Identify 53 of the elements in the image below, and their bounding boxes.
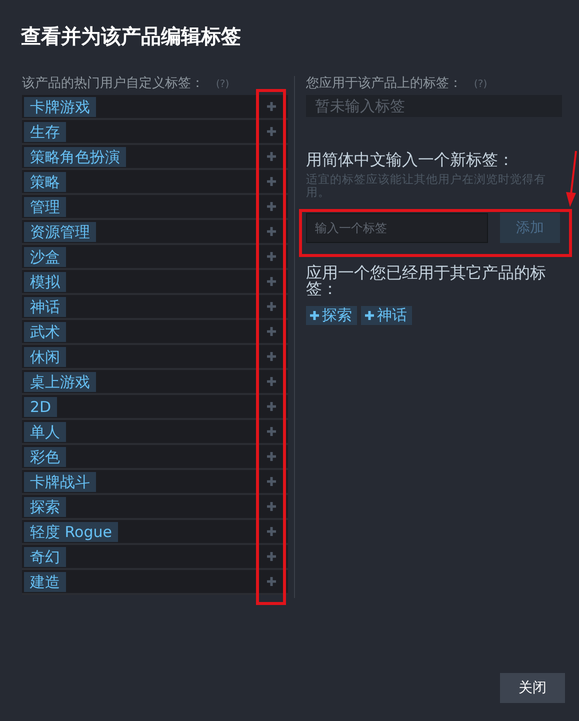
tag-link[interactable]: 武术 — [24, 322, 66, 342]
close-button[interactable]: 关闭 — [500, 673, 565, 703]
tag-link[interactable]: 卡牌游戏 — [24, 96, 96, 116]
tag-link[interactable]: 卡牌战斗 — [24, 472, 96, 492]
plus-icon — [266, 277, 276, 286]
plus-icon — [266, 152, 276, 161]
tag-link[interactable]: 管理 — [24, 196, 66, 216]
annotation-arrow — [566, 150, 577, 207]
plus-icon — [266, 402, 276, 411]
tag-link[interactable]: 单人 — [24, 422, 66, 442]
tag-link[interactable]: 策略 — [24, 172, 66, 192]
plus-icon — [266, 577, 276, 586]
tag-link[interactable]: 建造 — [24, 572, 66, 592]
plus-icon — [266, 227, 276, 236]
plus-icon — [266, 452, 276, 461]
plus-icon — [266, 552, 276, 561]
section-label: 您应用于该产品上的标签： — [306, 76, 462, 92]
plus-icon — [266, 302, 276, 311]
tag-link[interactable]: 神话 — [24, 296, 66, 316]
tag-link[interactable]: 生存 — [24, 122, 66, 142]
plus-icon — [266, 377, 276, 386]
tag-link[interactable]: 策略角色扮演 — [24, 146, 126, 166]
plus-icon — [266, 502, 276, 511]
section-heading: 用简体中文输入一个新标签： — [306, 150, 515, 170]
tag-link[interactable]: 资源管理 — [24, 222, 96, 242]
plus-icon — [266, 427, 276, 436]
apply-tag-link[interactable]: 探索 — [306, 306, 357, 325]
plus-icon — [266, 327, 276, 336]
plus-icon — [266, 352, 276, 361]
tag-link[interactable]: 轻度 Rogue — [24, 522, 118, 542]
plus-icon — [266, 252, 276, 261]
plus-icon — [310, 311, 319, 320]
apply-tag-link[interactable]: 神话 — [361, 306, 412, 325]
tag-link[interactable]: 奇幻 — [24, 546, 66, 566]
plus-icon — [266, 477, 276, 486]
section-label: 该产品的热门用户自定义标签： — [22, 76, 204, 92]
tag-link[interactable]: 沙盒 — [24, 246, 66, 266]
plus-icon — [365, 311, 374, 320]
tag-input-field[interactable]: 输入一个标签 — [306, 213, 488, 243]
tag-link[interactable]: 2D — [24, 396, 58, 416]
plus-icon — [266, 202, 276, 211]
tag-link[interactable]: 彩色 — [24, 446, 66, 466]
applied-tags-box: 暂未输入标签 — [306, 95, 562, 117]
tag-link[interactable]: 探索 — [24, 496, 66, 516]
plus-icon — [266, 102, 276, 111]
plus-icon — [266, 527, 276, 536]
plus-icon — [266, 177, 276, 186]
tag-link[interactable]: 桌上游戏 — [24, 372, 96, 392]
dialog-title: 查看并为该产品编辑标签 — [21, 23, 242, 49]
tag-link[interactable]: 休闲 — [24, 346, 66, 366]
plus-icon — [266, 127, 276, 136]
tag-link[interactable]: 模拟 — [24, 272, 66, 292]
section-heading: 应用一个您已经用于其它产品的标签： — [306, 265, 547, 297]
